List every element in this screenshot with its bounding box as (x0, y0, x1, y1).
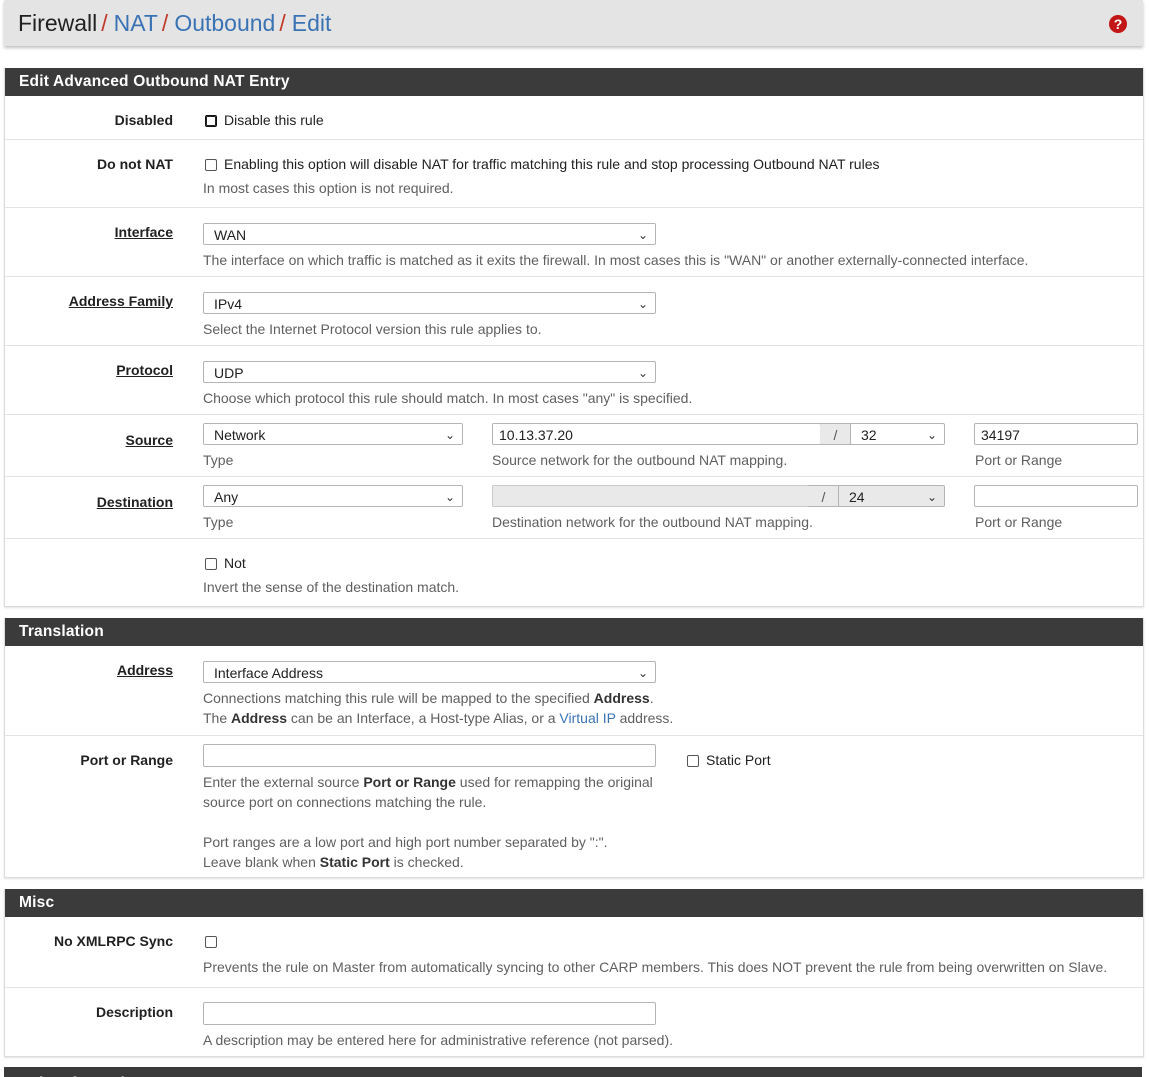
translation-port-label: Port or Range (80, 752, 173, 768)
rule-info-panel: Rule Information (4, 1067, 1142, 1077)
chevron-down-icon: ⌄ (637, 297, 648, 311)
page-header: Firewall / NAT / Outbound / Edit ? (4, 0, 1143, 46)
disable-rule-text: Disable this rule (224, 112, 324, 128)
virtual-ip-link[interactable]: Virtual IP (559, 710, 615, 726)
panel-title: Translation (5, 618, 1143, 646)
row-destination: Destination Any ⌄ Type / 24 ⌄ Destinatio… (5, 476, 1143, 539)
destination-mask-select[interactable]: 24 ⌄ (838, 485, 945, 507)
source-port-help: Port or Range (975, 452, 1063, 468)
static-port-checkbox[interactable] (687, 755, 699, 767)
translation-address-label: Address (116, 662, 173, 678)
destination-type-help: Type (203, 514, 234, 530)
chevron-down-icon: ⌄ (926, 428, 937, 442)
row-description: Description A description may be entered… (5, 987, 1143, 1057)
row-protocol: Protocol UDP ⌄ Choose which protocol thi… (5, 345, 1143, 415)
source-network-help: Source network for the outbound NAT mapp… (492, 452, 788, 468)
protocol-select[interactable]: UDP ⌄ (203, 361, 656, 383)
row-translation-address: Address Interface Address ⌄ Connections … (5, 646, 1143, 735)
protocol-label: Protocol (116, 362, 173, 378)
row-disabled: Disabled Disable this rule (5, 96, 1143, 139)
xmlrpc-label: No XMLRPC Sync (53, 933, 173, 949)
translation-panel: Translation Address Interface Address ⌄ … (4, 618, 1144, 878)
interface-help: The interface on which traffic is matche… (203, 252, 1029, 268)
static-port-text: Static Port (706, 752, 771, 768)
chevron-down-icon: ⌄ (637, 366, 648, 380)
panel-title: Rule Information (4, 1067, 1142, 1077)
source-label: Source (125, 432, 173, 448)
chevron-down-icon: ⌄ (637, 666, 648, 680)
translation-address-help-1: Connections matching this rule will be m… (203, 690, 654, 706)
chevron-down-icon: ⌄ (926, 490, 937, 504)
translation-port-help-2: source port on connections matching the … (203, 794, 487, 810)
destination-label: Destination (96, 494, 173, 510)
row-translation-port: Port or Range Static Port Enter the exte… (5, 735, 1143, 878)
breadcrumb: Firewall / NAT / Outbound / Edit (18, 10, 331, 36)
address-family-label: Address Family (68, 293, 173, 309)
row-source: Source Network ⌄ Type 10.13.37.20 / 32 ⌄… (5, 414, 1143, 477)
edit-nat-panel: Edit Advanced Outbound NAT Entry Disable… (4, 68, 1144, 607)
donotnat-text: Enabling this option will disable NAT fo… (224, 156, 880, 172)
breadcrumb-separator: / (279, 10, 286, 36)
destination-network-help: Destination network for the outbound NAT… (492, 514, 813, 530)
row-address-family: Address Family IPv4 ⌄ Select the Interne… (5, 276, 1143, 346)
not-help: Invert the sense of the destination matc… (203, 579, 460, 595)
address-family-select[interactable]: IPv4 ⌄ (203, 292, 656, 314)
interface-label: Interface (114, 224, 173, 240)
panel-title: Misc (5, 889, 1143, 917)
breadcrumb-edit[interactable]: Edit (292, 10, 332, 36)
description-input[interactable] (203, 1002, 656, 1025)
row-interface: Interface WAN ⌄ The interface on which t… (5, 207, 1143, 277)
breadcrumb-nat[interactable]: NAT (114, 10, 158, 36)
protocol-help: Choose which protocol this rule should m… (203, 390, 693, 406)
xmlrpc-help: Prevents the rule on Master from automat… (203, 959, 1108, 975)
breadcrumb-firewall: Firewall (18, 10, 98, 36)
chevron-down-icon: ⌄ (637, 228, 648, 242)
misc-panel: Misc No XMLRPC Sync Prevents the rule on… (4, 889, 1144, 1057)
address-family-help: Select the Internet Protocol version thi… (203, 321, 542, 337)
source-type-select[interactable]: Network ⌄ (203, 423, 463, 445)
not-text: Not (224, 555, 246, 571)
translation-port-help-4: Leave blank when Static Port is checked. (203, 854, 464, 870)
source-mask-select[interactable]: 32 ⌄ (850, 423, 945, 445)
chevron-down-icon: ⌄ (444, 428, 455, 442)
destination-port-input[interactable] (974, 485, 1138, 507)
description-help: A description may be entered here for ad… (203, 1032, 674, 1048)
disable-rule-checkbox[interactable] (205, 115, 217, 127)
translation-port-help-1: Enter the external source Port or Range … (203, 774, 653, 790)
source-slash: / (820, 423, 851, 445)
breadcrumb-separator: / (101, 10, 108, 36)
question-circle-icon[interactable]: ? (1109, 15, 1127, 33)
translation-address-select[interactable]: Interface Address ⌄ (203, 661, 656, 683)
source-network-input[interactable]: 10.13.37.20 (492, 423, 821, 445)
destination-slash: / (808, 485, 839, 507)
description-label: Description (95, 1004, 173, 1020)
breadcrumb-separator: / (161, 10, 169, 36)
destination-port-help: Port or Range (975, 514, 1063, 530)
source-port-input[interactable]: 34197 (974, 423, 1138, 445)
row-xmlrpc: No XMLRPC Sync Prevents the rule on Mast… (5, 917, 1143, 987)
not-checkbox[interactable] (205, 558, 217, 570)
row-donotnat: Do not NAT Enabling this option will dis… (5, 139, 1143, 208)
destination-network-input[interactable] (492, 485, 809, 507)
destination-type-select[interactable]: Any ⌄ (203, 485, 463, 507)
interface-select[interactable]: WAN ⌄ (203, 223, 656, 245)
chevron-down-icon: ⌄ (444, 490, 455, 504)
source-type-help: Type (203, 452, 234, 468)
row-not: Not Invert the sense of the destination … (5, 538, 1143, 607)
panel-title: Edit Advanced Outbound NAT Entry (5, 68, 1143, 96)
translation-port-input[interactable] (203, 744, 656, 767)
donotnat-label: Do not NAT (97, 156, 173, 172)
disabled-label: Disabled (114, 112, 173, 128)
donotnat-help: In most cases this option is not require… (203, 180, 454, 196)
breadcrumb-outbound[interactable]: Outbound (174, 10, 275, 36)
translation-address-help-2: The Address can be an Interface, a Host-… (203, 710, 674, 726)
translation-port-help-3: Port ranges are a low port and high port… (203, 834, 608, 850)
xmlrpc-checkbox[interactable] (205, 936, 217, 948)
donotnat-checkbox[interactable] (205, 159, 217, 171)
